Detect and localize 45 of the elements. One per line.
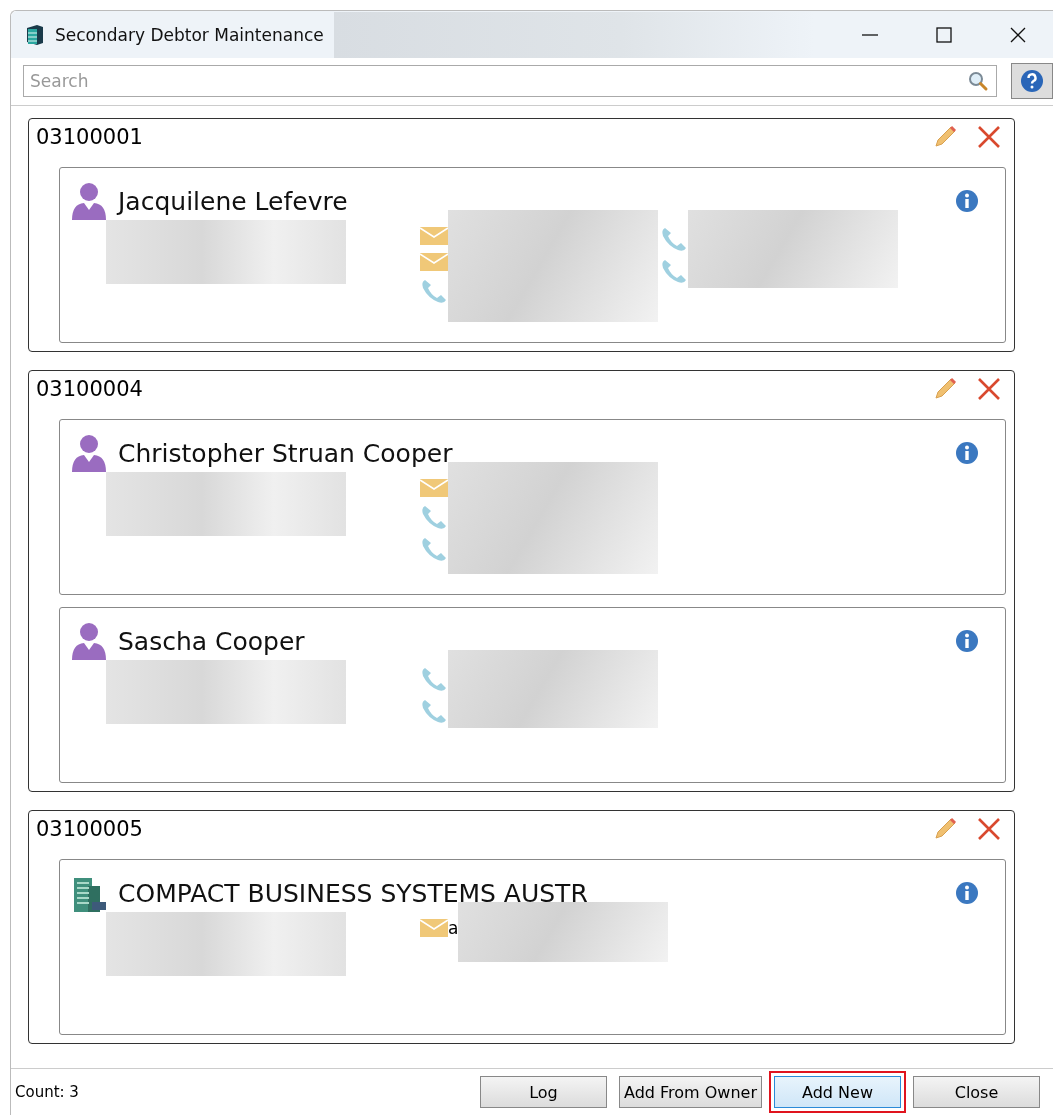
- help-icon: [1020, 69, 1044, 93]
- footer-button[interactable]: Log: [479, 1076, 607, 1108]
- pencil-icon[interactable]: [932, 124, 958, 150]
- envelope-icon: [420, 226, 448, 246]
- envelope-icon: [420, 918, 448, 938]
- close-icon[interactable]: [1009, 25, 1027, 44]
- contact-name: Sascha Cooper: [118, 626, 305, 656]
- help-button[interactable]: [1011, 63, 1053, 99]
- debtor-code: 03100005: [36, 817, 143, 841]
- window-title: Secondary Debtor Maintenance: [55, 24, 324, 45]
- footer-button[interactable]: Add From Owner: [618, 1076, 762, 1108]
- delete-icon[interactable]: [976, 816, 1002, 842]
- phone-icon: [660, 226, 688, 252]
- pencil-icon[interactable]: [932, 376, 958, 402]
- count-label: Count: 3: [15, 1083, 79, 1101]
- footer-button[interactable]: Add New: [774, 1076, 901, 1108]
- envelope-icon: [420, 478, 448, 498]
- person-icon: [72, 182, 106, 220]
- phone-icon: [420, 536, 448, 562]
- debtor-code: 03100001: [36, 125, 143, 149]
- contact-name: Jacquilene Lefevre: [118, 186, 348, 216]
- info-icon[interactable]: [955, 189, 979, 213]
- search-icon: [967, 70, 989, 92]
- app-icon: [25, 22, 45, 47]
- envelope-icon: [420, 252, 448, 272]
- delete-icon[interactable]: [976, 124, 1002, 150]
- search-field[interactable]: Search: [23, 65, 997, 97]
- person-icon: [72, 434, 106, 472]
- maximize-icon[interactable]: [935, 25, 953, 44]
- phone-icon: [660, 258, 688, 284]
- contact-name: Christopher Struan Cooper: [118, 438, 453, 468]
- info-icon[interactable]: [955, 881, 979, 905]
- info-icon[interactable]: [955, 441, 979, 465]
- phone-icon: [420, 278, 448, 304]
- phone-icon: [420, 698, 448, 724]
- email-text: a: [448, 917, 459, 938]
- contact-name: COMPACT BUSINESS SYSTEMS AUSTR: [118, 878, 588, 908]
- debtor-code: 03100004: [36, 377, 143, 401]
- person-icon: [72, 622, 106, 660]
- pencil-icon[interactable]: [932, 816, 958, 842]
- phone-icon: [420, 666, 448, 692]
- info-icon[interactable]: [955, 629, 979, 653]
- delete-icon[interactable]: [976, 376, 1002, 402]
- phone-icon: [420, 504, 448, 530]
- footer-button[interactable]: Close: [913, 1076, 1040, 1108]
